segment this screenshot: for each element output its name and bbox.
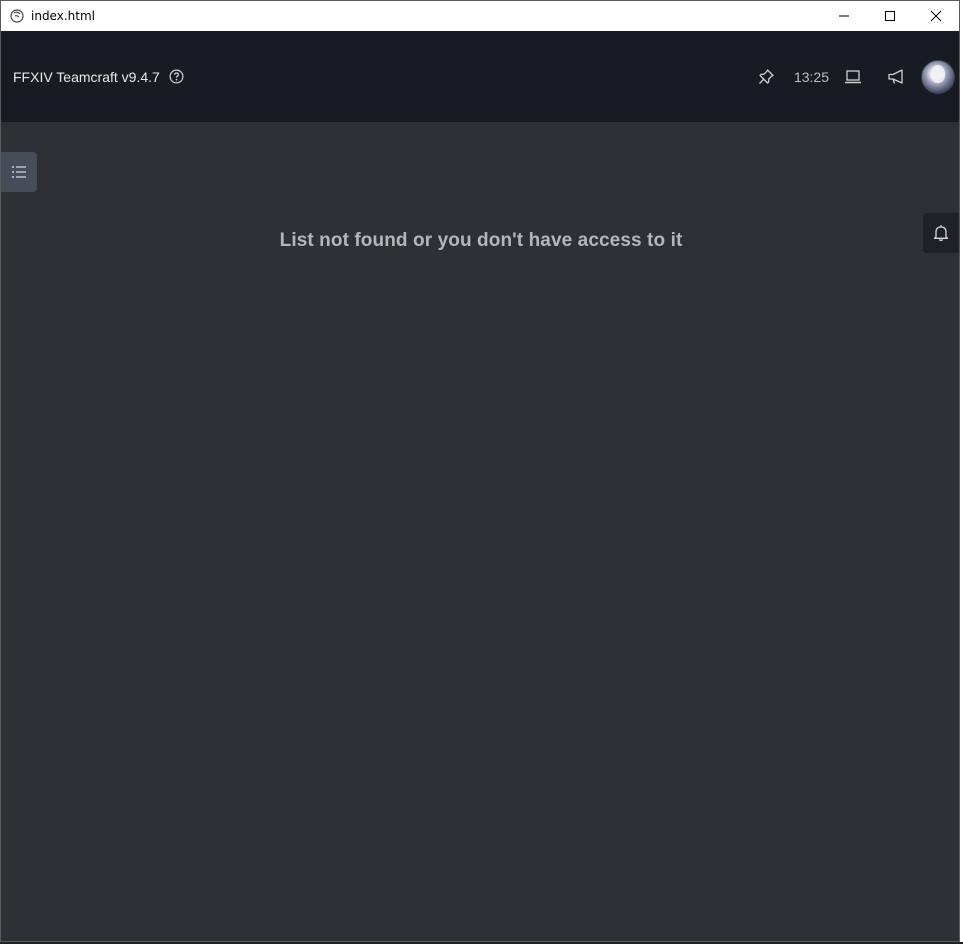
megaphone-icon[interactable] [887,68,905,86]
close-icon [930,10,942,22]
not-found-message: List not found or you don't have access … [279,230,683,251]
close-button[interactable] [913,1,959,31]
app-header: FFXIV Teamcraft v9.4.7 13:25 [1,31,959,122]
window-title: index.html [31,9,95,23]
window-title-bar[interactable]: index.html [1,1,959,31]
sidebar-toggle-button[interactable] [1,152,37,192]
pushpin-icon[interactable] [757,68,775,86]
app-name: FFXIV Teamcraft v9.4.7 [13,68,160,85]
clock: 13:25 [793,68,829,85]
header-actions: 13:25 [757,31,959,122]
maximize-icon [885,11,895,21]
avatar[interactable] [921,59,955,94]
notifications-button[interactable] [923,213,959,253]
unordered-list-icon [12,166,26,178]
minimize-button[interactable] [821,1,867,31]
app-window: index.html FFXIV Teamcraft v9.4.7 13:25 … [0,0,960,942]
window-controls [821,1,959,31]
maximize-button[interactable] [867,1,913,31]
question-circle-icon[interactable] [169,69,185,85]
minimize-icon [839,15,849,17]
bell-icon [933,225,949,242]
laptop-icon[interactable] [844,69,862,85]
main-content: List not found or you don't have access … [1,122,959,941]
app-logo-icon [9,8,25,24]
